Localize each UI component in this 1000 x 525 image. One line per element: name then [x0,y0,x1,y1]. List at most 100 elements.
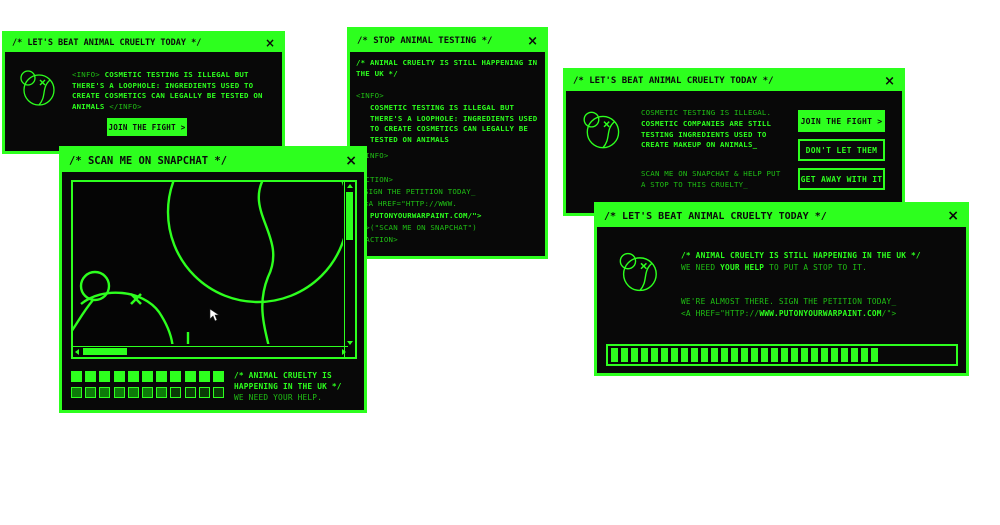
progress-block [156,371,168,382]
progress-block [71,371,82,382]
progress-block [127,371,139,382]
dont-let-them-button[interactable]: DON'T LET THEM [798,139,885,161]
progress-segment [711,348,718,362]
info-open-tag: <INFO> [72,70,100,79]
progress-segment [651,348,658,362]
info-open-tag: <INFO> [356,91,384,100]
progress-block [184,371,196,382]
progress-segment [861,348,868,362]
progress-block [198,371,210,382]
title-bar[interactable]: /* LET'S BEAT ANIMAL CRUELTY TODAY */ × [5,34,282,52]
progress-block [142,371,153,382]
progress-block [156,387,168,398]
progress-segment [781,348,788,362]
website-link[interactable]: WWW.PUTONYOURWARPAINT.COM [759,309,881,318]
website-link[interactable]: PUTONYOURWARPAINT.COM/"> [370,211,482,222]
beat-cruelty-window-progress: /* LET'S BEAT ANIMAL CRUELTY TODAY */ × … [594,202,969,376]
close-icon[interactable]: × [947,208,959,224]
scan-help-text: SCAN ME ON SNAPCHAT & HELP PUT A STOP TO… [641,169,781,189]
window-title: /* LET'S BEAT ANIMAL CRUELTY TODAY */ [573,76,774,86]
info-close-tag: </INFO> [109,101,142,111]
progress-block [142,387,153,398]
info-block: <INFO> COSMETIC TESTING IS ILLEGAL BUT T… [72,70,272,112]
progress-segment [721,348,728,362]
progress-block [99,387,111,398]
progress-block [99,371,111,382]
horizontal-scrollbar[interactable] [73,346,348,357]
window-title: /* LET'S BEAT ANIMAL CRUELTY TODAY */ [12,38,202,48]
progress-segment [741,348,748,362]
get-away-button[interactable]: GET AWAY WITH IT [798,168,885,190]
progress-block-grid [71,371,229,401]
beat-cruelty-window-buttons: /* LET'S BEAT ANIMAL CRUELTY TODAY */ × … [563,68,905,216]
help-text: WE NEED YOUR HELP. [234,393,323,402]
scroll-down-icon[interactable] [347,341,353,345]
testing-illegal-text: COSMETIC TESTING IS ILLEGAL. [641,108,772,117]
cursor-icon [209,308,220,322]
progress-segment [831,348,838,362]
progress-segment [871,348,878,362]
progress-block [85,387,97,398]
close-icon[interactable]: × [527,34,538,49]
progress-segment [661,348,668,362]
join-fight-button[interactable]: JOIN THE FIGHT > [798,110,885,132]
your-help-text: YOUR HELP [720,262,765,272]
close-icon[interactable]: × [884,74,895,89]
snapcode-mouse-illustration [73,182,343,344]
progress-block [213,371,224,382]
progress-block [213,387,224,398]
companies-testing-text: COSMETIC COMPANIES ARE STILL TESTING ING… [641,119,772,150]
href-close-text: /"> [881,309,897,318]
progress-block [113,387,125,398]
scroll-up-icon[interactable] [347,184,353,188]
title-bar[interactable]: /* SCAN ME ON SNAPCHAT */ × [62,149,364,172]
almost-there-text: WE'RE ALMOST THERE. SIGN THE PETITION TO… [681,297,897,306]
stop-testing-window: /* STOP ANIMAL TESTING */ × /* ANIMAL CR… [347,27,548,259]
mouse-logo-icon [619,252,657,292]
vertical-scrollbar[interactable] [344,182,355,357]
info-text: COSMETIC TESTING IS ILLEGAL BUT THERE'S … [72,70,263,111]
progress-segment [621,348,628,362]
window-title: /* SCAN ME ON SNAPCHAT */ [69,154,228,167]
progress-segment [791,348,798,362]
progress-segment [801,348,808,362]
mouse-logo-icon [583,111,620,149]
progress-segment [821,348,828,362]
progress-block [184,387,196,398]
progress-segment [631,348,638,362]
progress-segment [751,348,758,362]
close-icon[interactable]: × [345,153,357,169]
close-icon[interactable]: × [265,36,275,50]
title-bar[interactable]: /* LET'S BEAT ANIMAL CRUELTY TODAY */ × [597,205,966,227]
stop-text: TO PUT A STOP TO IT. [764,262,867,272]
petition-progress-bar [606,344,958,366]
progress-segment [671,348,678,362]
info-text: COSMETIC TESTING IS ILLEGAL BUT THERE'S … [370,103,538,144]
mouse-logo-icon [20,70,55,106]
sign-petition-text: SIGN THE PETITION TODAY_ [364,187,476,196]
scroll-right-icon[interactable] [342,349,346,355]
window-title: /* STOP ANIMAL TESTING */ [357,36,493,46]
horizontal-scroll-thumb[interactable] [83,348,127,355]
snapcode-viewport[interactable] [71,180,357,359]
join-fight-button[interactable]: JOIN THE FIGHT > [107,118,187,136]
cruelty-headline: /* ANIMAL CRUELTY IS HAPPENING IN THE UK… [234,371,342,391]
progress-block [85,371,97,382]
progress-block [127,387,139,398]
progress-block [170,371,182,382]
window-title: /* LET'S BEAT ANIMAL CRUELTY TODAY */ [604,210,827,222]
progress-segment [611,348,618,362]
vertical-scroll-thumb[interactable] [346,192,353,240]
progress-segment [701,348,708,362]
href-text: <A HREF="HTTP:// [681,309,760,318]
title-bar[interactable]: /* LET'S BEAT ANIMAL CRUELTY TODAY */ × [566,71,902,91]
progress-block [198,387,210,398]
title-bar[interactable]: /* STOP ANIMAL TESTING */ × [350,30,545,52]
progress-block [170,387,182,398]
progress-segment [761,348,768,362]
snapchat-window: /* SCAN ME ON SNAPCHAT */ × /* ANIMAL CR… [59,146,367,413]
scroll-left-icon[interactable] [75,349,79,355]
cruelty-headline: /* ANIMAL CRUELTY IS STILL HAPPENING IN … [356,58,538,78]
progress-segment [731,348,738,362]
petition-message: WE'RE ALMOST THERE. SIGN THE PETITION TO… [681,296,951,320]
